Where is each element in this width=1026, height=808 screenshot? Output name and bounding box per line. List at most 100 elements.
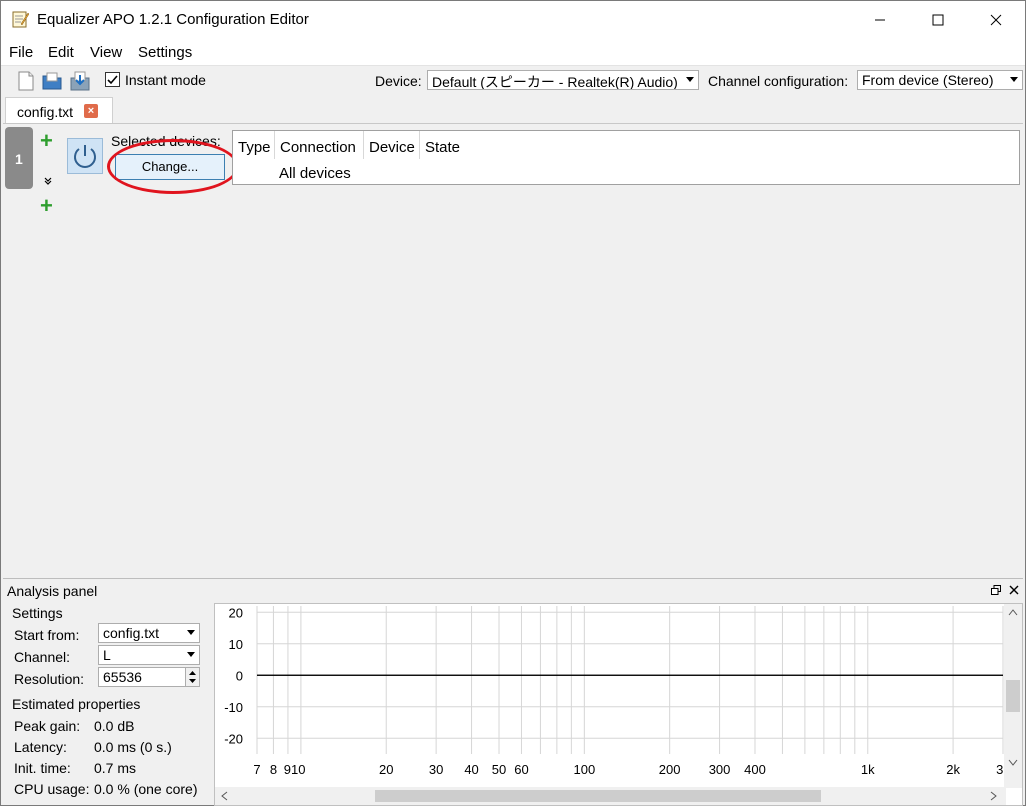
peak-gain-value: 0.0 dB <box>94 718 135 734</box>
x-tick-label: 300 <box>709 762 731 777</box>
x-tick-label: 200 <box>659 762 681 777</box>
tab-config[interactable]: config.txt × <box>5 97 113 123</box>
filter-row-number: 1 <box>15 151 23 167</box>
analysis-panel: Analysis panel Settings Start from: conf… <box>3 578 1023 806</box>
chevron-down-icon <box>187 652 195 657</box>
spin-arrows-icon[interactable] <box>185 668 199 686</box>
close-panel-icon[interactable] <box>1009 585 1019 595</box>
device-table: Type Connection Device State All devices <box>232 130 1020 185</box>
save-file-icon[interactable] <box>69 70 91 92</box>
x-tick-label: 2k <box>946 762 960 777</box>
minimize-icon <box>875 19 885 21</box>
tab-label: config.txt <box>17 104 74 120</box>
notepad-app-icon <box>12 11 29 28</box>
resolution-label: Resolution: <box>14 671 85 687</box>
filter-row-handle[interactable]: 1 <box>5 127 33 189</box>
resolution-value: 65536 <box>103 669 142 685</box>
main-window: Equalizer APO 1.2.1 Configuration Editor… <box>0 0 1026 806</box>
y-tick-label: 0 <box>236 668 243 683</box>
channel-select[interactable]: L <box>98 645 200 665</box>
init-time-label: Init. time: <box>14 760 71 776</box>
menu-view[interactable]: View <box>90 44 122 61</box>
x-tick-label: 1k <box>861 762 875 777</box>
x-tick-label: 60 <box>514 762 528 777</box>
col-state: State <box>425 139 461 156</box>
device-table-row[interactable]: All devices <box>279 165 351 182</box>
vertical-scrollbar-graphic <box>1006 609 1020 766</box>
add-filter-above-icon[interactable]: + <box>40 130 53 152</box>
horizontal-scrollbar[interactable] <box>215 787 1006 805</box>
tab-strip: config.txt × <box>1 95 1025 123</box>
col-connection: Connection <box>280 139 356 156</box>
y-tick-label: -20 <box>224 731 243 746</box>
float-panel-icon[interactable] <box>991 585 1001 595</box>
x-tick-label: 100 <box>573 762 595 777</box>
column-separator <box>363 131 364 159</box>
menu-settings[interactable]: Settings <box>138 44 192 61</box>
y-tick-label: -10 <box>224 700 243 715</box>
init-time-value: 0.7 ms <box>94 760 137 776</box>
expand-down-icon[interactable] <box>43 176 53 186</box>
checkmark-icon <box>107 75 118 85</box>
latency-label: Latency: <box>14 739 67 755</box>
close-tab-icon[interactable]: × <box>84 104 98 118</box>
settings-group-title: Settings <box>12 605 63 621</box>
chevron-down-icon <box>686 77 694 82</box>
power-icon <box>74 145 96 168</box>
highlight-annotation-oval <box>107 139 239 194</box>
x-tick-label: 50 <box>492 762 506 777</box>
minimize-button[interactable] <box>851 1 909 39</box>
window-title: Equalizer APO 1.2.1 Configuration Editor <box>37 11 309 28</box>
y-tick-label: 20 <box>229 605 243 620</box>
maximize-icon <box>932 14 944 26</box>
channel-config-select[interactable]: From device (Stereo) <box>857 70 1023 90</box>
channel-label: Channel: <box>14 649 71 665</box>
device-select-value: Default (スピーカー - Realtek(R) Audio) <box>432 74 678 90</box>
x-tick-label: 20 <box>379 762 393 777</box>
x-tick-label: 400 <box>744 762 766 777</box>
title-bar: Equalizer APO 1.2.1 Configuration Editor <box>1 1 1025 39</box>
x-tick-label: 910 <box>284 762 306 777</box>
filter-editor: 1 + + Selected devices: Change... Type C… <box>3 123 1023 575</box>
menu-bar: File Edit View Settings <box>1 39 1025 65</box>
col-device: Device <box>369 139 415 156</box>
add-filter-below-icon[interactable]: + <box>40 195 53 217</box>
cpu-usage-value: 0.0 % (one core) <box>94 781 198 797</box>
resolution-spinbox[interactable]: 65536 <box>98 667 200 687</box>
frequency-response-graph: 20 10 0 -10 -20 7 8 910 20 30 40 50 60 100 200 300 400 1k… <box>214 603 1023 806</box>
start-from-select[interactable]: config.txt <box>98 623 200 643</box>
menu-edit[interactable]: Edit <box>48 44 74 61</box>
y-tick-label: 10 <box>229 637 243 652</box>
channel-config-label: Channel configuration: <box>708 73 849 89</box>
menu-file[interactable]: File <box>9 44 33 61</box>
x-tick-label: 8 <box>270 762 277 777</box>
analysis-header: Analysis panel <box>3 579 1023 601</box>
device-label: Device: <box>375 73 422 89</box>
horizontal-scrollbar-graphic <box>221 790 997 802</box>
close-button[interactable] <box>967 1 1025 39</box>
spin-arrows-graphic <box>189 671 196 683</box>
cpu-usage-label: CPU usage: <box>14 781 90 797</box>
close-icon <box>990 14 1002 26</box>
device-select[interactable]: Default (スピーカー - Realtek(R) Audio) <box>427 70 699 90</box>
instant-mode-checkbox[interactable] <box>105 72 120 87</box>
analysis-title: Analysis panel <box>7 583 98 599</box>
toolbar: Instant mode Device: Default (スピーカー - Re… <box>1 65 1025 95</box>
chevron-down-icon <box>187 630 195 635</box>
channel-value: L <box>103 647 111 663</box>
x-tick-label: 40 <box>464 762 478 777</box>
start-from-label: Start from: <box>14 627 80 643</box>
latency-value: 0.0 ms (0 s.) <box>94 739 172 755</box>
channel-config-value: From device (Stereo) <box>862 72 994 88</box>
open-folder-icon[interactable] <box>41 70 63 92</box>
power-toggle-button[interactable] <box>67 138 103 174</box>
vertical-scrollbar[interactable] <box>1004 604 1022 788</box>
column-separator <box>274 131 275 159</box>
x-tick-label: 30 <box>429 762 443 777</box>
estimated-group-title: Estimated properties <box>12 696 141 712</box>
new-file-icon[interactable] <box>15 70 37 92</box>
response-chart: 20100-10-207 8 910 20 30 40 50 60 100 200 300 400 1k… <box>224 605 1010 777</box>
maximize-button[interactable] <box>909 1 967 39</box>
peak-gain-label: Peak gain: <box>14 718 81 734</box>
analysis-settings: Settings Start from: config.txt Channel:… <box>7 605 211 805</box>
